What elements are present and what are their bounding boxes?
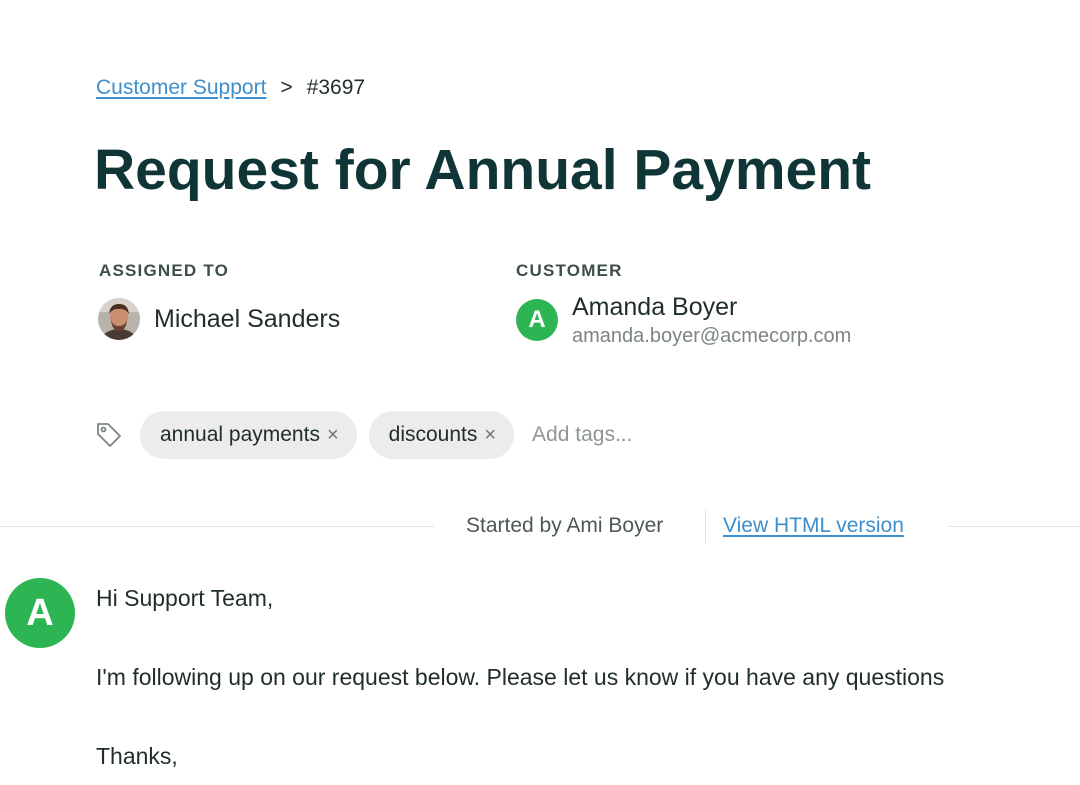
tag-icon — [94, 420, 124, 450]
page-title: Request for Annual Payment — [94, 138, 872, 202]
customer-avatar: A — [516, 299, 558, 341]
view-html-link[interactable]: View HTML version — [723, 512, 904, 540]
customer-details: Amanda Boyer amanda.boyer@acmecorp.com — [572, 291, 851, 349]
customer-label: CUSTOMER — [516, 261, 623, 280]
tag-remove-icon[interactable]: × — [484, 424, 496, 447]
assigned-to-label: ASSIGNED TO — [99, 261, 230, 280]
divider-right — [948, 526, 1080, 527]
customer-info[interactable]: A Amanda Boyer amanda.boyer@acmecorp.com — [516, 291, 851, 349]
message-body: I'm following up on our request below. P… — [96, 664, 945, 690]
tag-label: discounts — [388, 423, 478, 446]
tag-chip-annual-payments: annual payments × — [140, 411, 357, 459]
breadcrumb-link-customer-support[interactable]: Customer Support — [96, 74, 266, 102]
tag-chip-discounts: discounts × — [368, 411, 515, 459]
customer-email: amanda.boyer@acmecorp.com — [572, 325, 852, 347]
tag-label: annual payments — [160, 423, 320, 446]
customer-name: Amanda Boyer — [572, 293, 738, 321]
assignee[interactable]: Michael Sanders — [98, 298, 340, 340]
message-greeting: Hi Support Team, — [96, 585, 274, 611]
tags-row: annual payments × discounts × — [94, 411, 713, 459]
tag-remove-icon[interactable]: × — [327, 424, 339, 447]
assignee-avatar — [98, 298, 140, 340]
divider-vertical — [705, 509, 706, 543]
message-sender-avatar: A — [5, 578, 75, 648]
started-by-text: Started by Ami Boyer — [466, 514, 664, 537]
message-closing: Thanks, — [96, 743, 178, 769]
divider-left — [0, 526, 434, 527]
breadcrumb: Customer Support > #3697 — [96, 74, 365, 102]
add-tags-input[interactable] — [532, 423, 713, 447]
assignee-name: Michael Sanders — [154, 305, 341, 333]
breadcrumb-separator: > — [280, 76, 293, 99]
breadcrumb-current-ticket: #3697 — [306, 76, 366, 99]
